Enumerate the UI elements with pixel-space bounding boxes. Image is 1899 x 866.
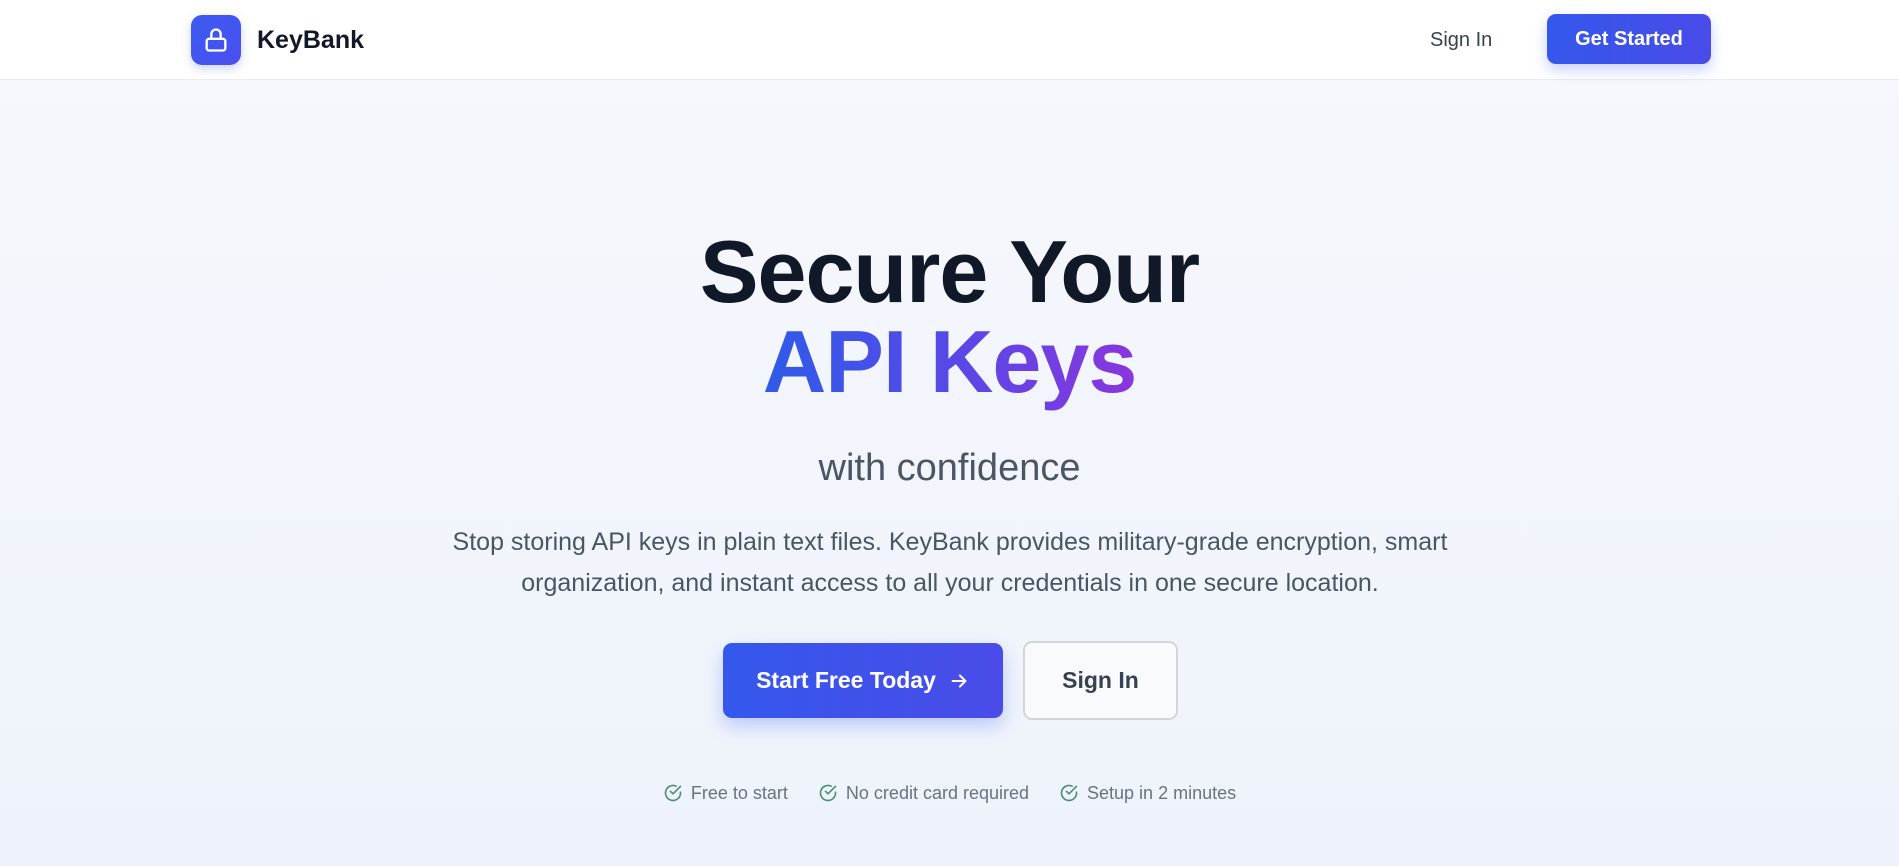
hero-description: Stop storing API keys in plain text file… xyxy=(452,528,1448,597)
brand-name: KeyBank xyxy=(257,25,364,54)
brand[interactable]: KeyBank xyxy=(191,15,364,65)
feature-label: Free to start xyxy=(690,782,788,803)
feature-item: No credit card required xyxy=(818,781,1029,805)
feature-item: Setup in 2 minutes xyxy=(1059,781,1236,805)
feature-label: No credit card required xyxy=(845,782,1030,803)
hero-subtitle: with confidence xyxy=(818,447,1081,489)
nav-sign-in-link[interactable]: Sign In xyxy=(1430,22,1492,58)
top-nav: KeyBank Sign In Get Started xyxy=(0,0,1899,80)
hero-title-line2: API Keys xyxy=(0,312,1899,412)
check-circle-icon xyxy=(818,783,838,803)
feature-label: Setup in 2 minutes xyxy=(1087,782,1237,803)
hero-title-gradient-text: API Keys xyxy=(762,312,1138,411)
landing-page: KeyBank Sign In Get Started Secure Your … xyxy=(0,0,1899,866)
start-free-label: Start Free Today xyxy=(756,667,936,693)
feature-list: Free to start No credit card required Se… xyxy=(0,781,1899,805)
lock-icon xyxy=(205,28,227,52)
feature-item: Free to start xyxy=(663,781,788,805)
start-free-button[interactable]: Start Free Today xyxy=(723,643,1003,718)
logo xyxy=(191,15,241,65)
check-circle-icon xyxy=(1059,783,1079,803)
hero-sign-in-button[interactable]: Sign In xyxy=(1023,641,1178,720)
hero-title-line1: Secure Your xyxy=(699,222,1200,321)
arrow-right-icon xyxy=(951,673,967,688)
check-circle-icon xyxy=(663,783,683,803)
get-started-button[interactable]: Get Started xyxy=(1547,14,1711,64)
